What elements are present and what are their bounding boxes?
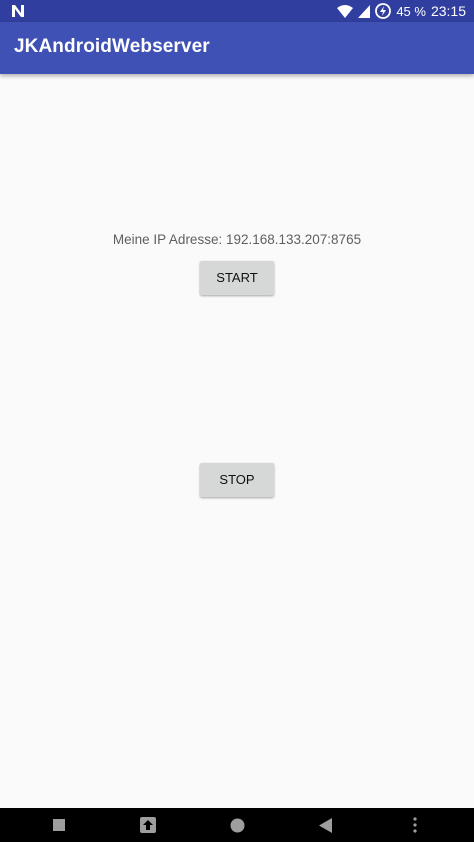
stop-button[interactable]: STOP [200, 463, 274, 497]
start-button[interactable]: START [200, 261, 274, 295]
wifi-icon [337, 4, 354, 18]
battery-icon [375, 3, 392, 19]
home-circle-icon[interactable] [224, 808, 250, 842]
square-icon[interactable] [46, 808, 72, 842]
signal-icon [358, 4, 371, 18]
battery-percent: 45 % [396, 3, 426, 19]
screen: 45 % 23:15 JKAndroidWebserver Meine IP A… [0, 0, 474, 842]
app-title: JKAndroidWebserver [14, 36, 210, 57]
status-bar: 45 % 23:15 [0, 0, 474, 22]
clock: 23:15 [430, 3, 466, 19]
n-notification-icon [10, 3, 26, 19]
more-vert-icon[interactable] [404, 808, 426, 842]
app-bar: JKAndroidWebserver [0, 22, 474, 74]
back-triangle-icon[interactable] [313, 808, 339, 842]
navigation-bar [0, 808, 474, 842]
upload-icon[interactable] [135, 808, 161, 842]
status-icons: 45 % 23:15 [337, 0, 466, 22]
ip-address-label: Meine IP Adresse: 192.168.133.207:8765 [112, 232, 362, 247]
